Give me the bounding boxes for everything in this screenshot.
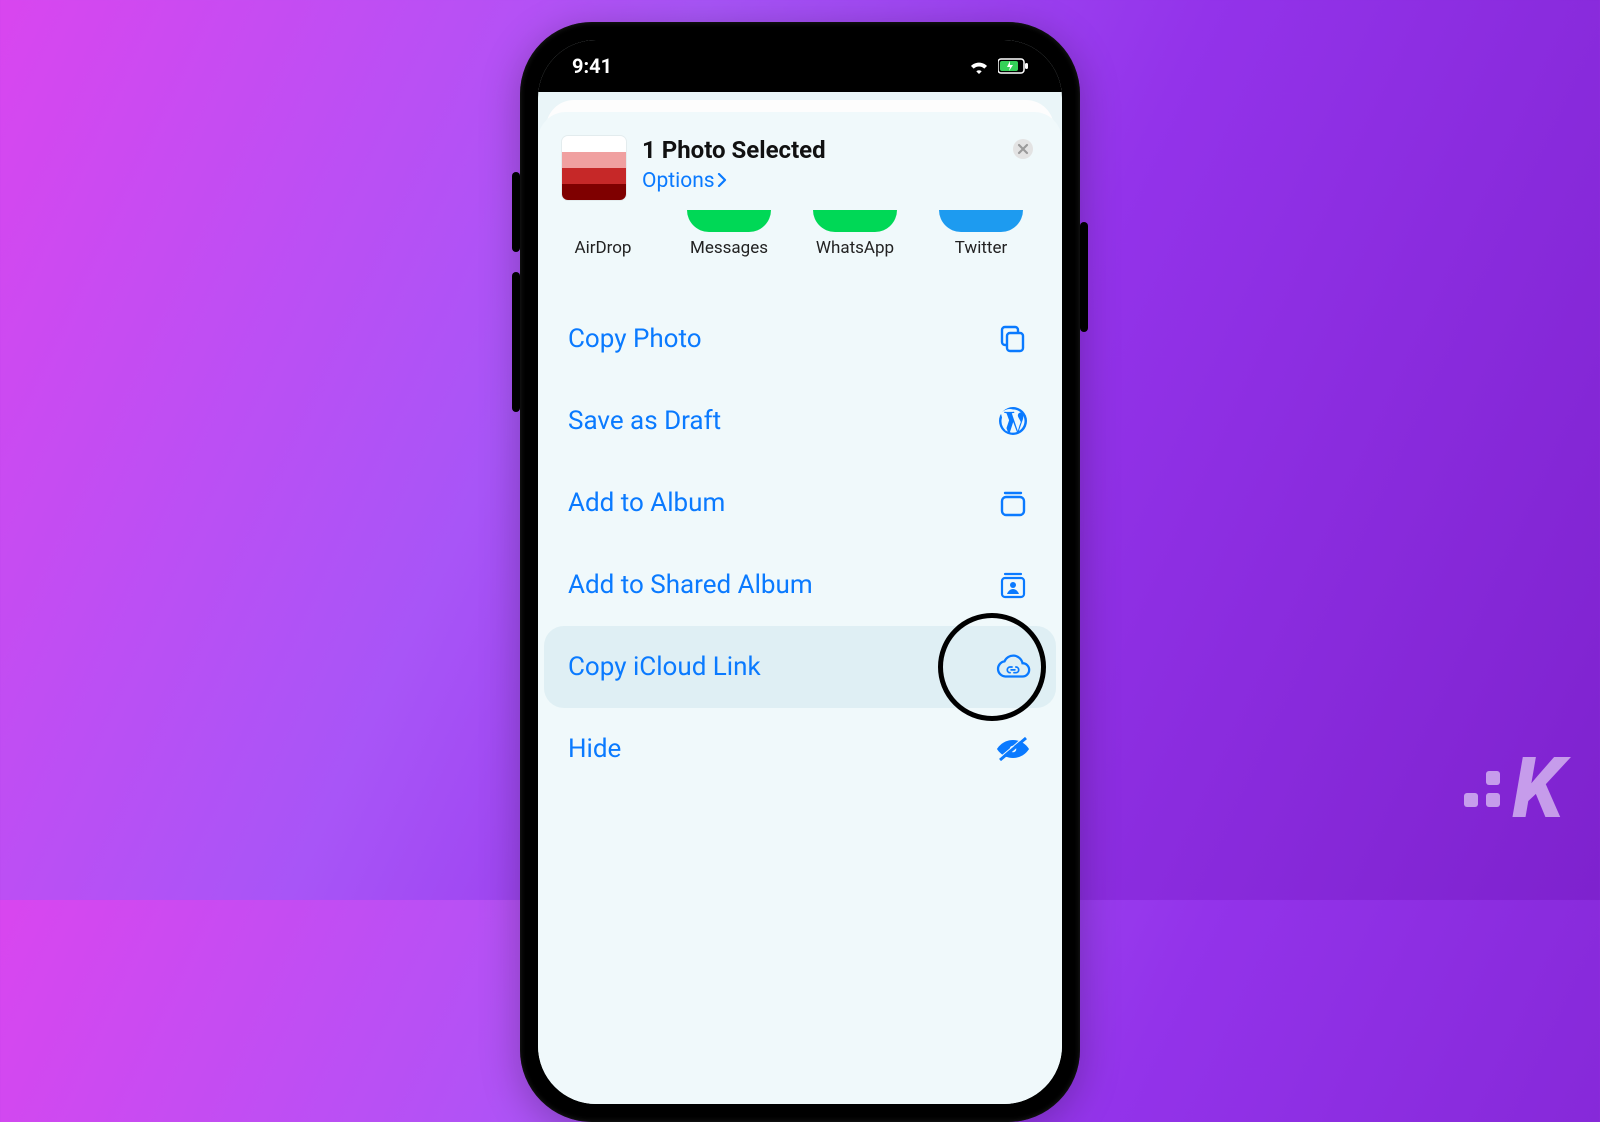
shared-album-icon bbox=[994, 566, 1032, 604]
close-button[interactable] bbox=[1006, 132, 1040, 166]
wifi-icon bbox=[968, 58, 990, 74]
photo-thumbnail[interactable] bbox=[562, 136, 626, 200]
action-label: Hide bbox=[568, 734, 621, 764]
status-time: 9:41 bbox=[572, 54, 612, 78]
action-label: Copy Photo bbox=[568, 324, 702, 354]
action-label: Copy iCloud Link bbox=[568, 652, 761, 682]
action-add-shared-album[interactable]: Add to Shared Album bbox=[538, 544, 1062, 626]
app-label: Messages bbox=[690, 238, 768, 258]
share-app-messages[interactable]: Messages bbox=[682, 210, 776, 258]
action-label: Add to Album bbox=[568, 488, 725, 518]
share-app-twitter[interactable]: Twitter bbox=[934, 210, 1028, 258]
notch bbox=[680, 40, 920, 78]
phone-screen: 9:41 1 Photo Selected Options bbox=[538, 40, 1062, 1104]
chevron-right-icon bbox=[717, 169, 727, 193]
action-save-draft[interactable]: Save as Draft bbox=[538, 380, 1062, 462]
share-app-whatsapp[interactable]: WhatsApp bbox=[808, 210, 902, 258]
phone-frame: 9:41 1 Photo Selected Options bbox=[520, 22, 1080, 1122]
action-label: Save as Draft bbox=[568, 406, 721, 436]
twitter-icon bbox=[939, 210, 1023, 232]
share-sheet: 1 Photo Selected Options AirDrop bbox=[538, 112, 1062, 1104]
airdrop-icon bbox=[561, 210, 645, 232]
album-icon bbox=[994, 484, 1032, 522]
watermark-letter: K bbox=[1512, 739, 1562, 838]
action-label: Add to Shared Album bbox=[568, 570, 813, 600]
sheet-header: 1 Photo Selected Options bbox=[538, 124, 1062, 204]
share-apps-row[interactable]: AirDrop Messages WhatsApp Twitter bbox=[538, 204, 1062, 280]
eye-slash-icon bbox=[994, 730, 1032, 768]
app-label: AirDrop bbox=[575, 238, 632, 258]
share-app-airdrop[interactable]: AirDrop bbox=[556, 210, 650, 258]
options-button[interactable]: Options bbox=[642, 169, 826, 193]
app-label: WhatsApp bbox=[816, 238, 894, 258]
action-hide[interactable]: Hide bbox=[538, 708, 1062, 790]
cloud-link-icon bbox=[994, 648, 1032, 686]
action-copy-icloud-link[interactable]: Copy iCloud Link bbox=[544, 626, 1056, 708]
battery-icon bbox=[998, 58, 1028, 74]
action-copy-photo[interactable]: Copy Photo bbox=[538, 298, 1062, 380]
options-label: Options bbox=[642, 169, 715, 193]
sheet-title: 1 Photo Selected bbox=[642, 136, 826, 165]
messages-icon bbox=[687, 210, 771, 232]
copy-icon bbox=[994, 320, 1032, 358]
action-add-album[interactable]: Add to Album bbox=[538, 462, 1062, 544]
app-label: Twitter bbox=[955, 238, 1007, 258]
watermark-logo: K bbox=[1464, 739, 1562, 838]
whatsapp-icon bbox=[813, 210, 897, 232]
wordpress-icon bbox=[994, 402, 1032, 440]
share-actions-list: Copy Photo Save as Draft Add to Album bbox=[538, 280, 1062, 790]
